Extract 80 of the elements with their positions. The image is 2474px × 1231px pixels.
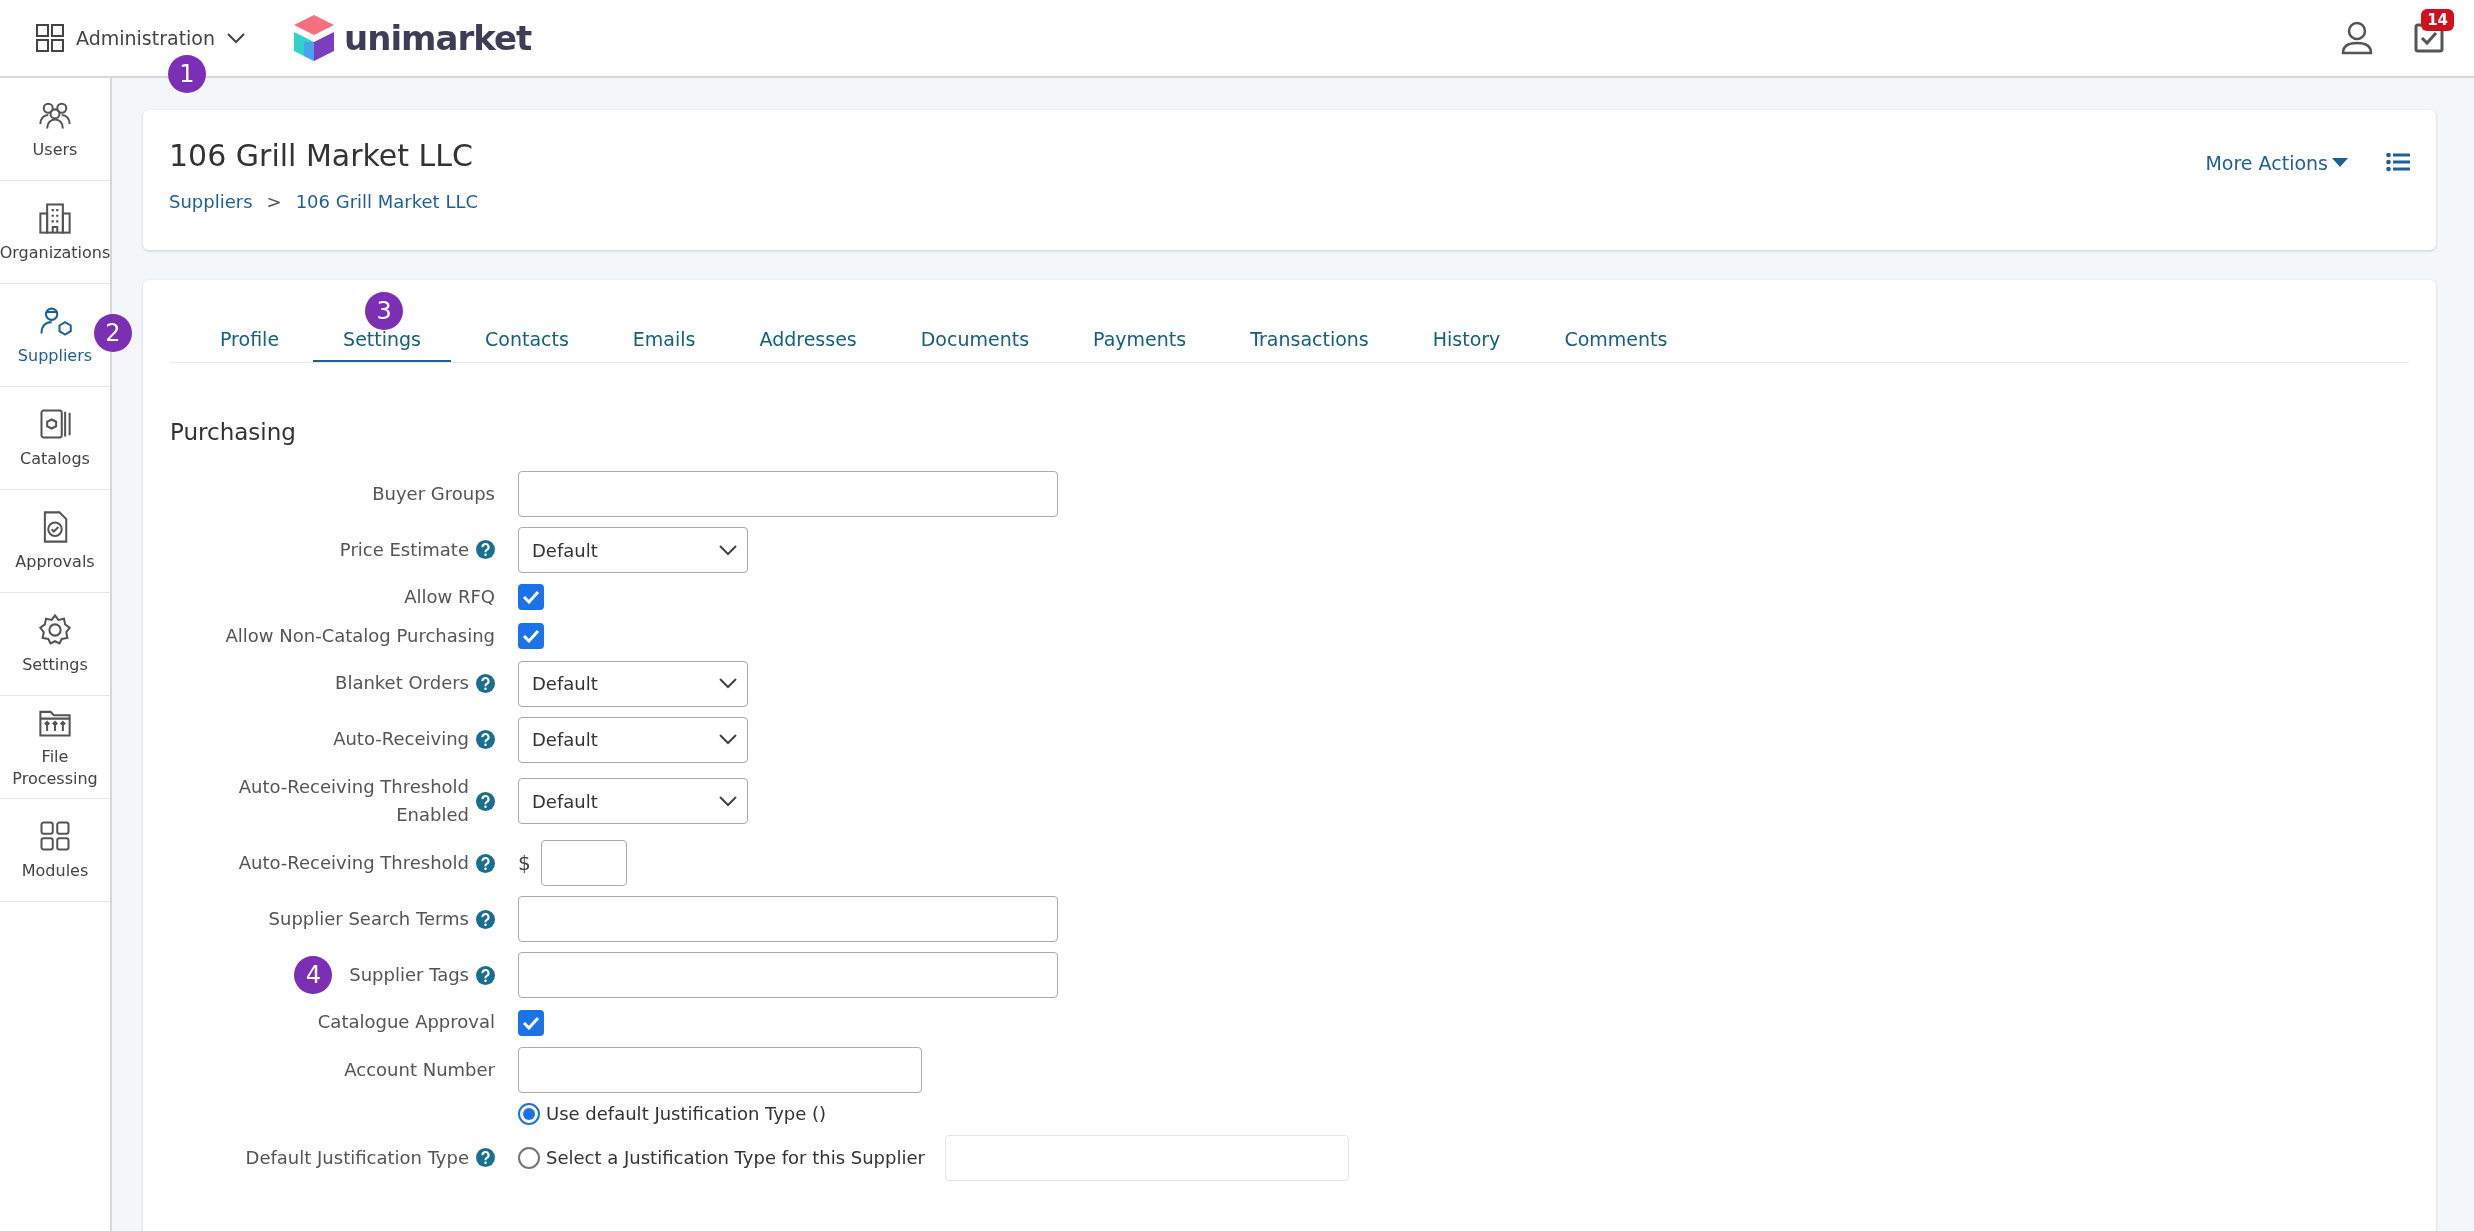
tab[interactable]: Addresses bbox=[729, 312, 887, 362]
more-actions-button[interactable]: More Actions bbox=[2205, 152, 2348, 174]
field-label: Auto-Receiving Threshold Enabled bbox=[237, 774, 469, 828]
radio-option[interactable]: Select a Justification Type for this Supplier bbox=[518, 1147, 925, 1169]
dropdown[interactable]: Default bbox=[518, 778, 748, 825]
field-label: Allow Non-Catalog Purchasing bbox=[225, 623, 495, 648]
caret-down-icon bbox=[2332, 158, 2348, 168]
sidebar-item[interactable]: Catalogs bbox=[0, 387, 110, 490]
tab[interactable]: Comments bbox=[1534, 312, 1698, 362]
sidebar-item[interactable]: Modules bbox=[0, 799, 110, 902]
breadcrumb-link[interactable]: Suppliers bbox=[169, 191, 253, 212]
field-label: Default Justification Type bbox=[245, 1145, 469, 1170]
tab[interactable]: Payments bbox=[1063, 312, 1217, 362]
tab[interactable]: Contacts bbox=[455, 312, 599, 362]
cube-logo-icon bbox=[294, 15, 335, 61]
help-icon[interactable] bbox=[476, 965, 495, 985]
checkmark-icon bbox=[522, 590, 540, 605]
field-label: Blanket Orders bbox=[335, 671, 469, 696]
administration-menu[interactable]: Administration bbox=[32, 20, 250, 56]
tab[interactable]: Profile bbox=[190, 312, 310, 362]
step-number-badge: 4 bbox=[294, 956, 333, 995]
checkbox[interactable] bbox=[518, 584, 544, 611]
field-label: Supplier Search Terms bbox=[268, 906, 469, 931]
checkmark-icon bbox=[522, 1015, 540, 1030]
field-label: Auto-Receiving Threshold bbox=[238, 850, 469, 875]
help-icon[interactable] bbox=[476, 730, 495, 750]
notification-count: 14 bbox=[2421, 9, 2454, 31]
sidebar-item[interactable]: Approvals bbox=[0, 490, 110, 593]
field-label: Catalogue Approval bbox=[317, 1010, 495, 1035]
field-label: Supplier Tags bbox=[349, 962, 469, 987]
chevron-down-icon bbox=[719, 544, 737, 556]
field-label: Account Number bbox=[344, 1057, 495, 1082]
chevron-down-icon bbox=[719, 795, 737, 807]
text-field[interactable] bbox=[518, 896, 1058, 943]
tab[interactable]: Transactions bbox=[1220, 312, 1399, 362]
field-label: Buyer Groups bbox=[372, 481, 495, 506]
help-icon[interactable] bbox=[476, 674, 495, 694]
field-label: Price Estimate bbox=[339, 537, 469, 562]
tab[interactable]: Documents bbox=[890, 312, 1060, 362]
chevron-down-icon bbox=[227, 32, 246, 44]
sidebar-item[interactable]: Users bbox=[0, 78, 110, 181]
breadcrumb-separator: > bbox=[266, 191, 282, 212]
field-label: Allow RFQ bbox=[404, 585, 495, 609]
help-icon[interactable] bbox=[476, 791, 495, 811]
breadcrumb-link[interactable]: 106 Grill Market LLC bbox=[295, 191, 478, 212]
checkmark-icon bbox=[522, 629, 540, 644]
step-number-badge: 3 bbox=[365, 292, 404, 330]
help-icon[interactable] bbox=[476, 1148, 495, 1168]
list-icon[interactable] bbox=[2386, 152, 2410, 172]
sidebar-item[interactable]: Settings bbox=[0, 593, 110, 696]
text-field[interactable] bbox=[518, 471, 1058, 517]
help-icon[interactable] bbox=[476, 540, 495, 560]
amount-field[interactable] bbox=[540, 840, 627, 887]
text-field[interactable] bbox=[518, 952, 1058, 999]
sidebar-item[interactable]: Organizations bbox=[0, 181, 110, 284]
field-label: Auto-Receiving bbox=[333, 727, 469, 752]
dropdown[interactable]: Default bbox=[518, 716, 748, 763]
checkbox[interactable] bbox=[518, 623, 544, 650]
grid-icon bbox=[36, 24, 64, 52]
step-number-badge: 1 bbox=[168, 55, 206, 93]
dropdown[interactable]: Default bbox=[518, 527, 748, 573]
user-icon[interactable] bbox=[2340, 21, 2374, 55]
tab[interactable]: Emails bbox=[602, 312, 726, 362]
currency-symbol: $ bbox=[518, 851, 531, 876]
text-field[interactable] bbox=[518, 1047, 922, 1093]
section-title: Purchasing bbox=[170, 419, 297, 445]
step-number-badge: 2 bbox=[94, 314, 132, 352]
tab[interactable]: History bbox=[1402, 312, 1531, 362]
chevron-down-icon bbox=[719, 678, 737, 690]
page-title: 106 Grill Market LLC bbox=[169, 138, 474, 173]
sidebar-icon bbox=[37, 611, 73, 648]
dropdown[interactable]: Default bbox=[518, 660, 748, 707]
help-icon[interactable] bbox=[476, 909, 495, 929]
radio-option[interactable]: Use default Justification Type () bbox=[518, 1103, 827, 1125]
checkbox[interactable] bbox=[518, 1009, 544, 1036]
help-icon[interactable] bbox=[476, 853, 495, 873]
justification-type-field[interactable] bbox=[944, 1135, 1349, 1181]
logo-text: unimarket bbox=[344, 18, 532, 58]
sidebar-item[interactable]: File Processing bbox=[0, 696, 110, 799]
chevron-down-icon bbox=[719, 734, 737, 746]
